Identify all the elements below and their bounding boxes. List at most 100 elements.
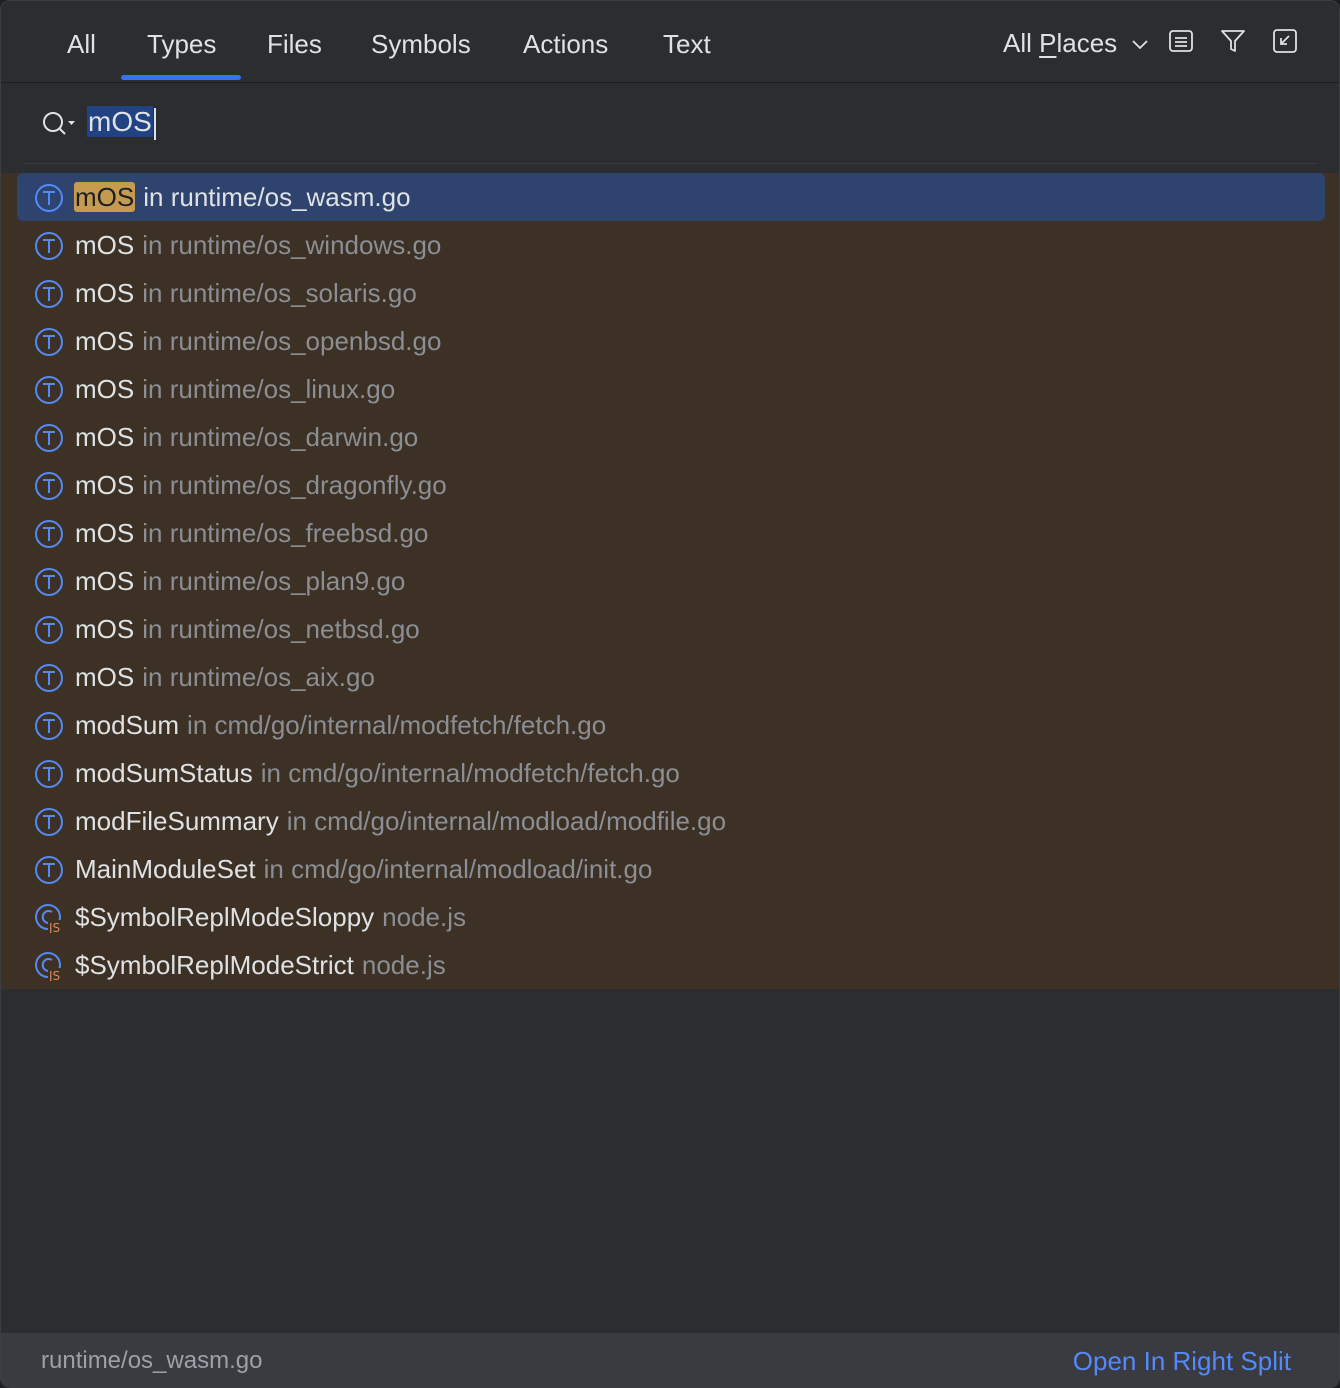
result-location: in runtime/os_freebsd.go bbox=[142, 518, 429, 548]
result-name: mOS bbox=[75, 230, 135, 260]
result-row[interactable]: mOS in runtime/os_freebsd.go bbox=[17, 509, 1325, 557]
result-label: mOS in runtime/os_plan9.go bbox=[75, 565, 405, 597]
type-icon bbox=[35, 280, 63, 308]
result-location: node.js bbox=[382, 902, 467, 932]
type-icon bbox=[35, 808, 63, 836]
type-icon bbox=[35, 712, 63, 740]
tab-all[interactable]: All bbox=[67, 28, 96, 60]
result-row[interactable]: modSum in cmd/go/internal/modfetch/fetch.… bbox=[17, 701, 1325, 749]
search-bar: mOS bbox=[1, 83, 1339, 163]
result-label: mOS in runtime/os_windows.go bbox=[75, 229, 441, 261]
result-label: mOS in runtime/os_openbsd.go bbox=[75, 325, 441, 357]
result-name: $SymbolReplModeStrict bbox=[75, 950, 354, 980]
result-row[interactable]: mOS in runtime/os_darwin.go bbox=[17, 413, 1325, 461]
scope-mnemonic: P bbox=[1039, 28, 1057, 58]
result-name: mOS bbox=[75, 662, 135, 692]
result-row[interactable]: mOS in runtime/os_netbsd.go bbox=[17, 605, 1325, 653]
type-icon bbox=[35, 616, 63, 644]
svg-text:JS: JS bbox=[48, 921, 60, 933]
result-label: modSum in cmd/go/internal/modfetch/fetch.… bbox=[75, 709, 606, 741]
result-location: in runtime/os_openbsd.go bbox=[142, 326, 442, 356]
tab-files[interactable]: Files bbox=[267, 28, 322, 60]
type-icon bbox=[35, 184, 63, 212]
result-row[interactable]: mOS in runtime/os_dragonfly.go bbox=[17, 461, 1325, 509]
result-label: mOS in runtime/os_solaris.go bbox=[75, 277, 417, 309]
result-name: mOS bbox=[75, 566, 135, 596]
type-icon bbox=[35, 568, 63, 596]
result-row[interactable]: mOS in runtime/os_solaris.go bbox=[17, 269, 1325, 317]
tab-text[interactable]: Text bbox=[663, 28, 711, 60]
result-location: in cmd/go/internal/modfetch/fetch.go bbox=[260, 758, 680, 788]
status-footer: runtime/os_wasm.go Open In Right Split bbox=[1, 1333, 1339, 1387]
result-location: in runtime/os_netbsd.go bbox=[142, 614, 420, 644]
result-row[interactable]: mOS in runtime/os_wasm.go bbox=[17, 173, 1325, 221]
result-row[interactable]: mOS in runtime/os_windows.go bbox=[17, 221, 1325, 269]
type-icon bbox=[35, 520, 63, 548]
result-label: $SymbolReplModeStrict node.js bbox=[75, 949, 446, 981]
type-icon bbox=[35, 424, 63, 452]
result-name: $SymbolReplModeSloppy bbox=[75, 902, 375, 932]
tab-actions[interactable]: Actions bbox=[523, 28, 608, 60]
result-name: mOS bbox=[75, 278, 135, 308]
search-divider bbox=[25, 163, 1317, 164]
result-label: MainModuleSet in cmd/go/internal/modload/… bbox=[75, 853, 652, 885]
search-everywhere-popup: All Types Files Symbols Actions Text All… bbox=[0, 0, 1340, 1388]
result-label: $SymbolReplModeSloppy node.js bbox=[75, 901, 466, 933]
result-label: mOS in runtime/os_wasm.go bbox=[74, 181, 411, 213]
search-query: mOS bbox=[87, 106, 153, 137]
open-in-right-split-link[interactable]: Open In Right Split bbox=[1073, 1345, 1291, 1377]
result-row[interactable]: MainModuleSet in cmd/go/internal/modload/… bbox=[17, 845, 1325, 893]
tab-types[interactable]: Types bbox=[147, 28, 216, 60]
result-location: node.js bbox=[361, 950, 446, 980]
scope-suffix: laces bbox=[1056, 28, 1118, 58]
result-row[interactable]: modFileSummary in cmd/go/internal/modload… bbox=[17, 797, 1325, 845]
type-icon bbox=[35, 760, 63, 788]
result-name: mOS bbox=[75, 614, 135, 644]
result-name: mOS bbox=[75, 470, 135, 500]
result-location: in runtime/os_aix.go bbox=[142, 662, 375, 692]
filter-icon[interactable] bbox=[1219, 27, 1247, 55]
result-row[interactable]: modSumStatus in cmd/go/internal/modfetch/… bbox=[17, 749, 1325, 797]
js-class-icon: JS bbox=[35, 904, 64, 933]
result-name: mOS bbox=[74, 182, 136, 212]
result-location: in runtime/os_solaris.go bbox=[142, 278, 417, 308]
result-name: modSum bbox=[75, 710, 180, 740]
result-row[interactable]: mOS in runtime/os_openbsd.go bbox=[17, 317, 1325, 365]
result-label: mOS in runtime/os_linux.go bbox=[75, 373, 395, 405]
result-label: modSumStatus in cmd/go/internal/modfetch/… bbox=[75, 757, 680, 789]
text-caret bbox=[153, 107, 156, 140]
tab-symbols[interactable]: Symbols bbox=[371, 28, 471, 60]
result-name: MainModuleSet bbox=[75, 854, 256, 884]
result-row[interactable]: JS $SymbolReplModeStrict node.js bbox=[17, 941, 1325, 989]
type-icon bbox=[35, 328, 63, 356]
tab-bar: All Types Files Symbols Actions Text All… bbox=[1, 1, 1339, 83]
selected-file-path: runtime/os_wasm.go bbox=[41, 1347, 263, 1374]
result-location: in runtime/os_linux.go bbox=[142, 374, 396, 404]
result-name: modFileSummary bbox=[75, 806, 279, 836]
preview-icon[interactable] bbox=[1167, 27, 1195, 55]
result-name: mOS bbox=[75, 326, 135, 356]
result-label: mOS in runtime/os_netbsd.go bbox=[75, 613, 420, 645]
type-icon bbox=[35, 664, 63, 692]
result-row[interactable]: mOS in runtime/os_plan9.go bbox=[17, 557, 1325, 605]
svg-text:JS: JS bbox=[48, 969, 60, 981]
open-in-tool-window-icon[interactable] bbox=[1271, 27, 1299, 55]
search-input[interactable]: mOS bbox=[87, 103, 156, 141]
search-icon[interactable] bbox=[41, 109, 77, 139]
chevron-down-icon bbox=[1132, 40, 1149, 50]
type-icon bbox=[35, 232, 63, 260]
result-row[interactable]: mOS in runtime/os_linux.go bbox=[17, 365, 1325, 413]
scope-dropdown[interactable]: All Places bbox=[1003, 26, 1149, 60]
result-label: mOS in runtime/os_aix.go bbox=[75, 661, 375, 693]
result-location: in cmd/go/internal/modfetch/fetch.go bbox=[187, 710, 607, 740]
js-class-icon: JS bbox=[35, 952, 64, 981]
scope-prefix: All bbox=[1003, 28, 1040, 58]
result-location: in cmd/go/internal/modload/init.go bbox=[263, 854, 653, 884]
type-icon bbox=[35, 856, 63, 884]
result-row[interactable]: JS $SymbolReplModeSloppy node.js bbox=[17, 893, 1325, 941]
result-name: modSumStatus bbox=[75, 758, 253, 788]
result-row[interactable]: mOS in runtime/os_aix.go bbox=[17, 653, 1325, 701]
active-tab-indicator bbox=[121, 75, 241, 80]
result-location: in runtime/os_windows.go bbox=[142, 230, 442, 260]
result-location: in runtime/os_darwin.go bbox=[142, 422, 419, 452]
